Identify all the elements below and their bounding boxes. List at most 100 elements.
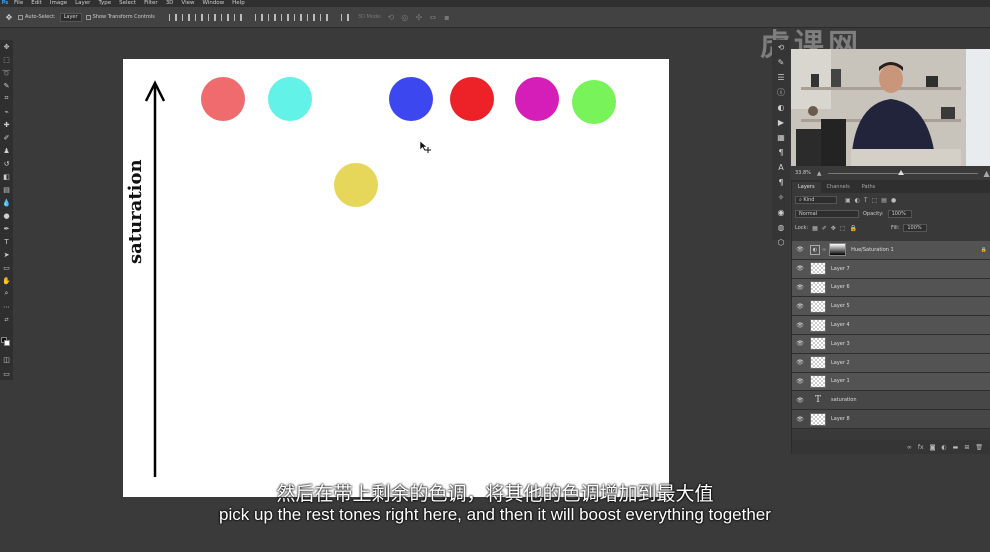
brush-tool-icon[interactable]: ✐ [0, 131, 13, 144]
move-tool-icon[interactable]: ✥ [0, 40, 13, 53]
filter-smart-object-icon[interactable]: ▤ [881, 197, 887, 204]
crop-tool-icon[interactable]: ⌗ [0, 92, 13, 105]
align-left-icon[interactable] [206, 13, 216, 22]
zoom-slider[interactable] [827, 169, 978, 175]
menu-type[interactable]: Type [94, 0, 115, 7]
circle-blue[interactable] [389, 77, 433, 121]
layer-row-type[interactable]: 👁 T saturation [792, 391, 990, 411]
dodge-tool-icon[interactable]: ● [0, 209, 13, 222]
clone-stamp-tool-icon[interactable]: ♟ [0, 144, 13, 157]
auto-select-checkbox[interactable]: Auto-Select: [18, 14, 56, 20]
menu-layer[interactable]: Layer [71, 0, 94, 7]
visibility-eye-icon[interactable]: 👁 [792, 378, 808, 385]
circle-yellow[interactable] [334, 163, 378, 207]
menu-edit[interactable]: Edit [27, 0, 46, 7]
3d-drag-icon[interactable]: ✣ [414, 12, 424, 22]
zoom-in-icon[interactable]: ▲ [984, 169, 990, 178]
history-brush-tool-icon[interactable]: ↺ [0, 157, 13, 170]
layer-row[interactable]: 👁 Layer 6 [792, 278, 990, 298]
3d-panel-icon[interactable]: ⬡ [772, 235, 790, 250]
brush-settings-icon[interactable]: ✎ [772, 55, 790, 70]
layer-row-hue-saturation[interactable]: 👁 ◐ ∞ Hue/Saturation 1 🔒 [792, 241, 990, 260]
actions-panel-icon[interactable]: ▶ [772, 115, 790, 130]
new-layer-icon[interactable]: ⊞ [964, 444, 969, 451]
distribute-right-icon[interactable] [318, 13, 328, 22]
marquee-tool-icon[interactable]: ⬚ [0, 53, 13, 66]
layer-row[interactable]: 👁 Layer 7 [792, 259, 990, 279]
properties-panel-icon[interactable]: ☰ [772, 70, 790, 85]
swatches-panel-icon[interactable]: ▦ [772, 130, 790, 145]
3d-rotate-icon[interactable]: ⟲ [386, 12, 396, 22]
visibility-eye-icon[interactable]: 👁 [792, 284, 808, 291]
filter-kind-dropdown[interactable]: ⌕ Kind [795, 196, 837, 204]
visibility-eye-icon[interactable]: 👁 [792, 265, 808, 272]
filter-shape-icon[interactable]: ⬚ [872, 197, 878, 204]
shape-tool-icon[interactable]: ▭ [0, 261, 13, 274]
lock-transparent-icon[interactable]: ▦ [812, 225, 818, 232]
info-panel-icon[interactable]: ⓘ [772, 85, 790, 100]
healing-brush-tool-icon[interactable]: ✚ [0, 118, 13, 131]
distribute-left-icon[interactable] [292, 13, 302, 22]
align-bottom-icon[interactable] [193, 13, 203, 22]
circle-magenta[interactable] [515, 77, 559, 121]
link-layers-icon[interactable]: ∞ [907, 444, 912, 451]
history-panel-icon[interactable]: ⟲ [772, 40, 790, 55]
styles-panel-icon[interactable]: ◍ [772, 220, 790, 235]
filter-type-icon[interactable]: T [864, 197, 868, 204]
menu-3d[interactable]: 3D [162, 0, 178, 7]
layer-row[interactable]: 👁 Layer 1 [792, 372, 990, 392]
distribute-bottom-icon[interactable] [279, 13, 289, 22]
visibility-eye-icon[interactable]: 👁 [792, 416, 808, 423]
background-color-swatch[interactable] [4, 340, 10, 346]
lasso-tool-icon[interactable]: ➰ [0, 66, 13, 79]
hand-tool-icon[interactable]: ✋ [0, 274, 13, 287]
add-mask-icon[interactable]: ◙ [930, 444, 936, 451]
pen-tool-icon[interactable]: ✒ [0, 222, 13, 235]
zoom-out-icon[interactable]: ▲ [817, 170, 822, 177]
tab-layers[interactable]: Layers [792, 182, 821, 193]
distribute-vcenter-icon[interactable] [266, 13, 276, 22]
layer-style-icon[interactable]: fx [918, 444, 924, 451]
move-tool-icon[interactable]: ✥ [4, 12, 14, 22]
zoom-slider-thumb[interactable] [898, 169, 905, 175]
menu-image[interactable]: Image [46, 0, 71, 7]
eraser-tool-icon[interactable]: ◧ [0, 170, 13, 183]
zoom-tool-icon[interactable]: ⌕ [0, 287, 13, 300]
new-adjustment-layer-icon[interactable]: ◐ [941, 444, 946, 451]
blend-mode-dropdown[interactable]: Normal [795, 210, 859, 218]
lock-position-icon[interactable]: ✥ [831, 225, 836, 232]
fill-input[interactable]: 100% [903, 224, 928, 232]
distribute-hcenter-icon[interactable] [305, 13, 315, 22]
eyedropper-tool-icon[interactable]: ⌁ [0, 105, 13, 118]
visibility-eye-icon[interactable]: 👁 [792, 397, 808, 404]
adjustments-panel-icon[interactable]: ◐ [772, 100, 790, 115]
menu-view[interactable]: View [177, 0, 198, 7]
distribute-top-icon[interactable] [253, 13, 263, 22]
screen-mode-icon[interactable]: ▭ [0, 367, 13, 380]
filter-pixel-icon[interactable]: ▣ [845, 197, 851, 204]
glyphs-panel-icon[interactable]: ¶ [772, 175, 790, 190]
visibility-eye-icon[interactable]: 👁 [792, 322, 808, 329]
quick-select-tool-icon[interactable]: ✎ [0, 79, 13, 92]
filter-adjustment-icon[interactable]: ◐ [855, 197, 860, 204]
paths-panel-icon[interactable]: ✧ [772, 190, 790, 205]
opacity-input[interactable]: 100% [887, 210, 912, 218]
tab-paths[interactable]: Paths [856, 182, 882, 193]
layer-row[interactable]: 👁 Layer 8 [792, 410, 990, 429]
layer-row[interactable]: 👁 Layer 4 [792, 316, 990, 335]
swap-colors-icon[interactable]: ⇄ [0, 313, 13, 326]
lock-image-icon[interactable]: ✐ [822, 225, 827, 232]
blur-tool-icon[interactable]: 💧 [0, 196, 13, 209]
lock-all-icon[interactable]: 🔒 [850, 225, 857, 232]
align-vcenter-icon[interactable] [180, 13, 190, 22]
character-panel-icon[interactable]: A [772, 160, 790, 175]
circle-light-red[interactable] [201, 77, 245, 121]
gradient-tool-icon[interactable]: ▤ [0, 183, 13, 196]
circle-cyan[interactable] [268, 77, 312, 121]
quick-mask-icon[interactable]: ◫ [0, 353, 13, 366]
layer-row[interactable]: 👁 Layer 5 [792, 297, 990, 317]
delete-layer-icon[interactable]: 🗑 [975, 444, 983, 451]
menu-window[interactable]: Window [198, 0, 228, 7]
visibility-eye-icon[interactable]: 👁 [792, 246, 808, 253]
menu-select[interactable]: Select [115, 0, 140, 7]
